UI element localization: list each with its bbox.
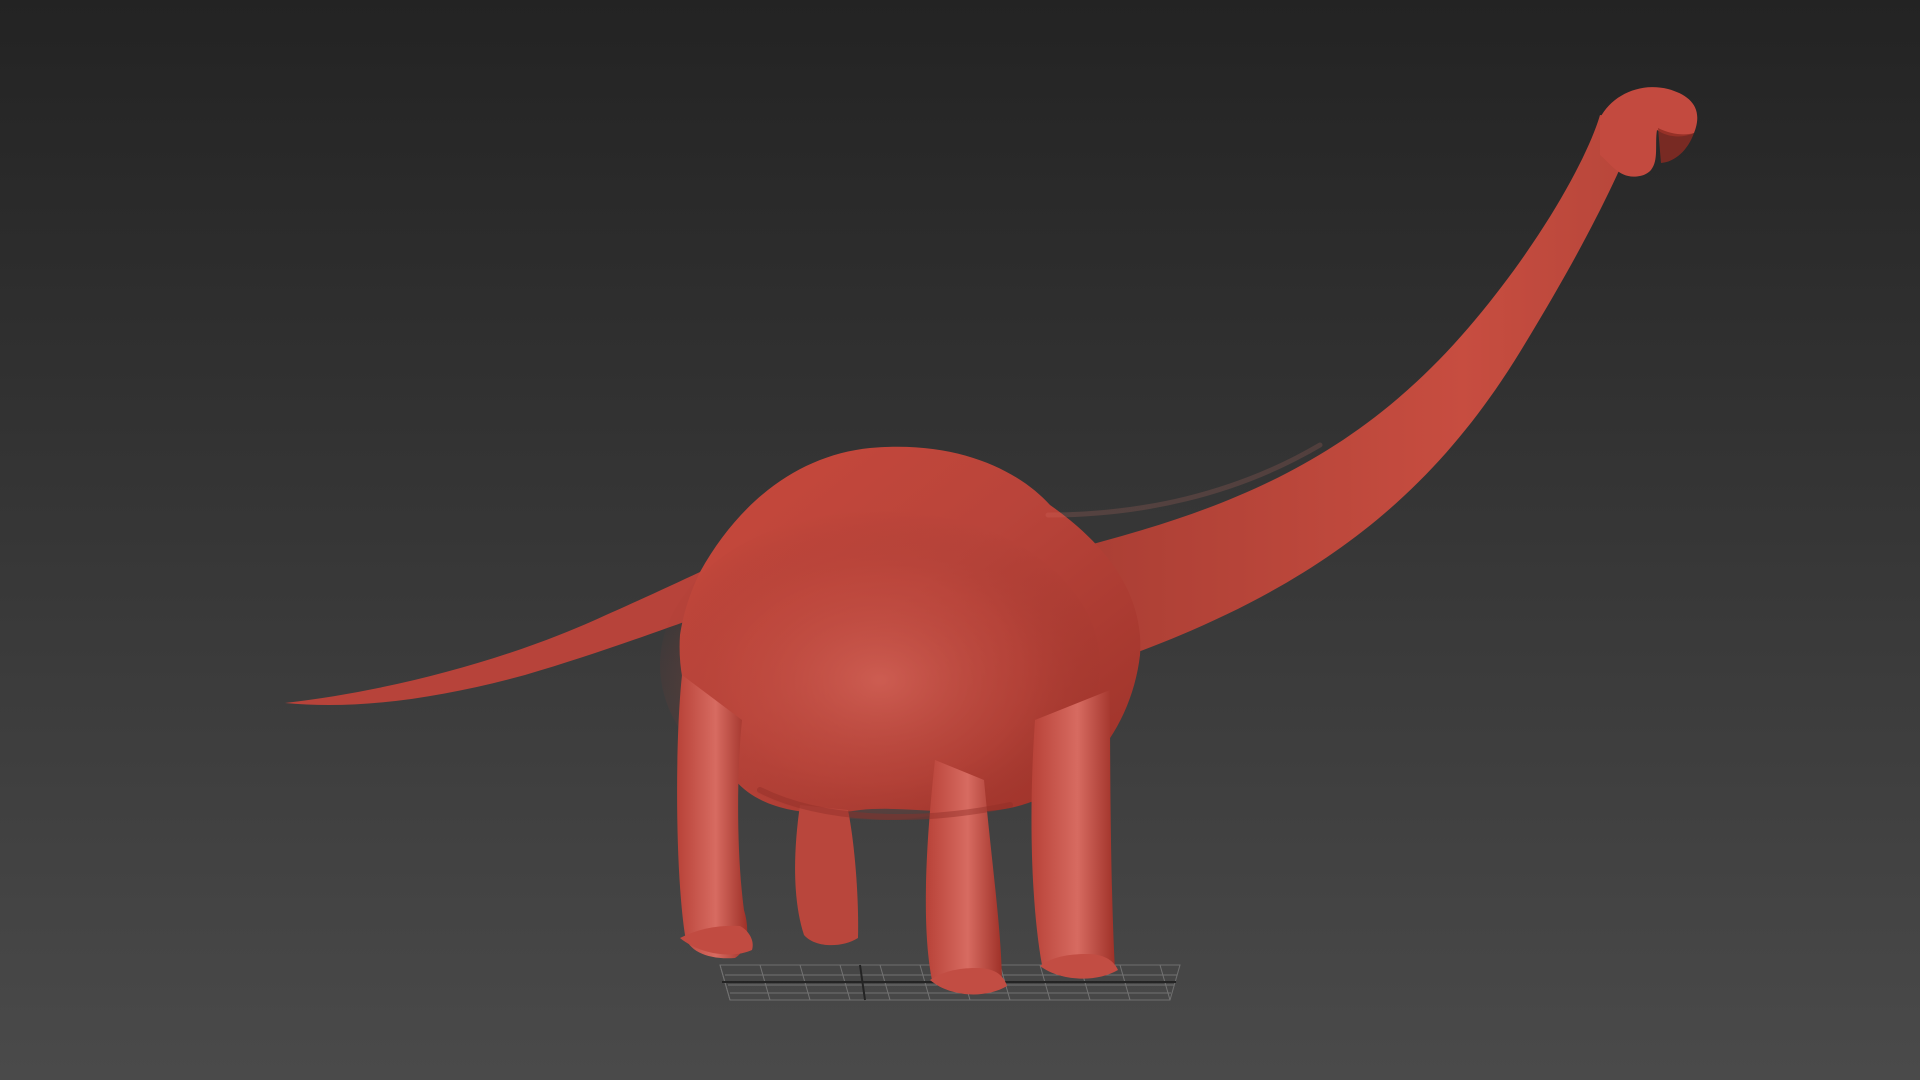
rear-right-leg <box>795 805 859 946</box>
front-right-leg <box>1031 690 1115 978</box>
3d-viewport[interactable] <box>0 0 1920 1080</box>
rear-left-leg <box>677 675 748 959</box>
viewport-scene[interactable] <box>0 0 1920 1080</box>
